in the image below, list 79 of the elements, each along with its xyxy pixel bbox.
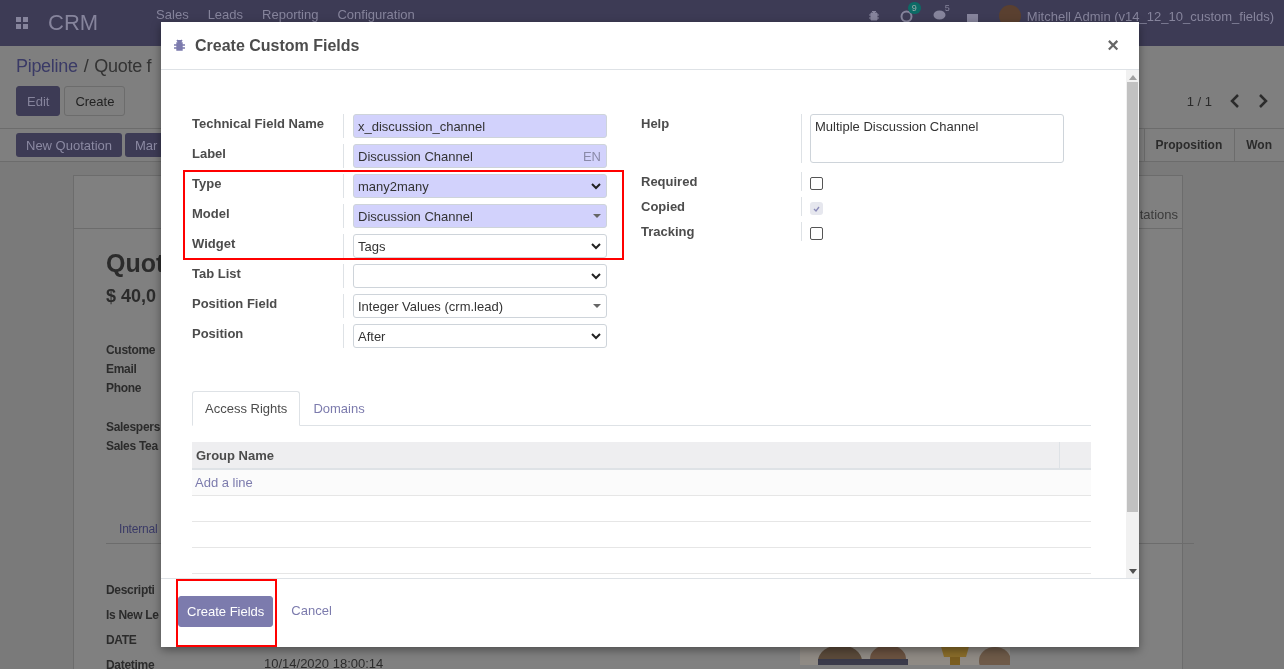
menu-item[interactable]: Configuration: [337, 7, 415, 22]
field-label: Model: [192, 205, 231, 223]
clock-icon[interactable]: [899, 9, 913, 23]
chevron-left-icon[interactable]: [1230, 94, 1240, 108]
text-field[interactable]: x_discussion_channel: [353, 114, 607, 138]
field-label: Tab List: [192, 265, 242, 283]
caret-down-icon: [593, 304, 601, 308]
select-field[interactable]: After: [353, 324, 607, 348]
field-label: Tracking: [641, 223, 696, 241]
field-label: Email: [106, 361, 137, 378]
field-label: Label: [192, 145, 227, 163]
field-label: Custome: [106, 342, 156, 359]
field-label: Type: [192, 175, 223, 193]
count-badge: 9: [907, 1, 921, 14]
field-label: Is New Le: [106, 607, 159, 624]
chevron-down-icon: [591, 272, 601, 280]
app-name[interactable]: CRM: [48, 10, 99, 36]
cancel-link[interactable]: Cancel: [291, 603, 332, 618]
user-name[interactable]: Mitchell Admin (v14_12_10_custom_fields): [1026, 8, 1274, 24]
field-value: 10/14/2020 18:00:14: [264, 656, 385, 669]
scroll-down-icon[interactable]: [1128, 569, 1137, 574]
chevron-down-icon: [591, 242, 601, 250]
record-amount: $ 40,0: [106, 286, 157, 307]
scroll-up-icon[interactable]: [1128, 75, 1137, 80]
field-label: Datetime: [106, 657, 155, 669]
stage-step[interactable]: Won: [1234, 129, 1284, 161]
field-label: Copied: [641, 198, 687, 216]
chat-icon[interactable]: [932, 10, 946, 22]
action-button[interactable]: New Quotation: [16, 133, 122, 157]
bug-icon: [173, 39, 186, 52]
create-button[interactable]: Create: [64, 86, 126, 116]
bug-icon[interactable]: [867, 10, 880, 22]
field-label: Help: [641, 115, 671, 133]
column-header: Group Name: [195, 447, 275, 465]
checkbox[interactable]: [810, 227, 823, 240]
field-label: Required: [641, 173, 699, 191]
dialog-title: Create Custom Fields: [195, 36, 360, 55]
menu-item[interactable]: Sales: [156, 7, 189, 22]
record-title: Quot: [106, 249, 165, 278]
create-fields-button[interactable]: Create Fields: [178, 596, 274, 627]
pager-counter: 1 / 1: [1186, 93, 1212, 109]
field-label: Phone: [106, 380, 142, 397]
select-field[interactable]: [353, 264, 607, 288]
apps-icon[interactable]: [16, 17, 28, 29]
chevron-right-icon[interactable]: [1258, 94, 1268, 108]
field-label: Position Field: [192, 295, 279, 313]
text-area[interactable]: Multiple Discussion Channel: [810, 114, 1064, 163]
checkbox[interactable]: [810, 177, 823, 190]
menu-item[interactable]: Reporting: [262, 7, 319, 22]
select-field[interactable]: many2many: [353, 174, 607, 198]
scrollbar[interactable]: [1126, 70, 1139, 578]
field-label: Salespers: [106, 419, 160, 436]
breadcrumb-link[interactable]: Pipeline: [16, 56, 78, 77]
text-field[interactable]: Discussion Channel EN: [353, 144, 607, 168]
add-line-link[interactable]: Add a line: [192, 475, 253, 490]
field-label: DATE: [106, 632, 137, 649]
caret-down-icon: [593, 214, 601, 218]
tab[interactable]: Access Rights: [192, 391, 301, 426]
field-label: Descripti: [106, 582, 155, 599]
edit-button[interactable]: Edit: [16, 86, 61, 116]
breadcrumb-current: Quote f: [94, 56, 152, 77]
chevron-down-icon: [591, 332, 601, 340]
chevron-down-icon: [591, 182, 601, 190]
dropdown-field[interactable]: Discussion Channel: [353, 204, 607, 228]
field-label: Technical Field Name: [192, 115, 325, 133]
select-field[interactable]: Tags: [353, 234, 607, 258]
field-label: Position: [192, 325, 245, 343]
field-label: Widget: [192, 235, 237, 253]
stage-step[interactable]: Proposition: [1143, 129, 1235, 161]
message-count: 5: [944, 3, 950, 13]
close-button[interactable]: ×: [1099, 34, 1127, 57]
dropdown-field[interactable]: Integer Values (crm.lead): [353, 294, 607, 318]
breadcrumb-separator: /: [83, 56, 89, 77]
tab[interactable]: Domains: [300, 391, 378, 426]
language-tag[interactable]: EN: [582, 148, 601, 164]
notebook-tab[interactable]: Internal: [119, 522, 158, 536]
sheet-tab[interactable]: tations: [1139, 207, 1178, 228]
menu-item[interactable]: Leads: [207, 7, 244, 22]
field-label: Sales Tea: [106, 438, 158, 455]
